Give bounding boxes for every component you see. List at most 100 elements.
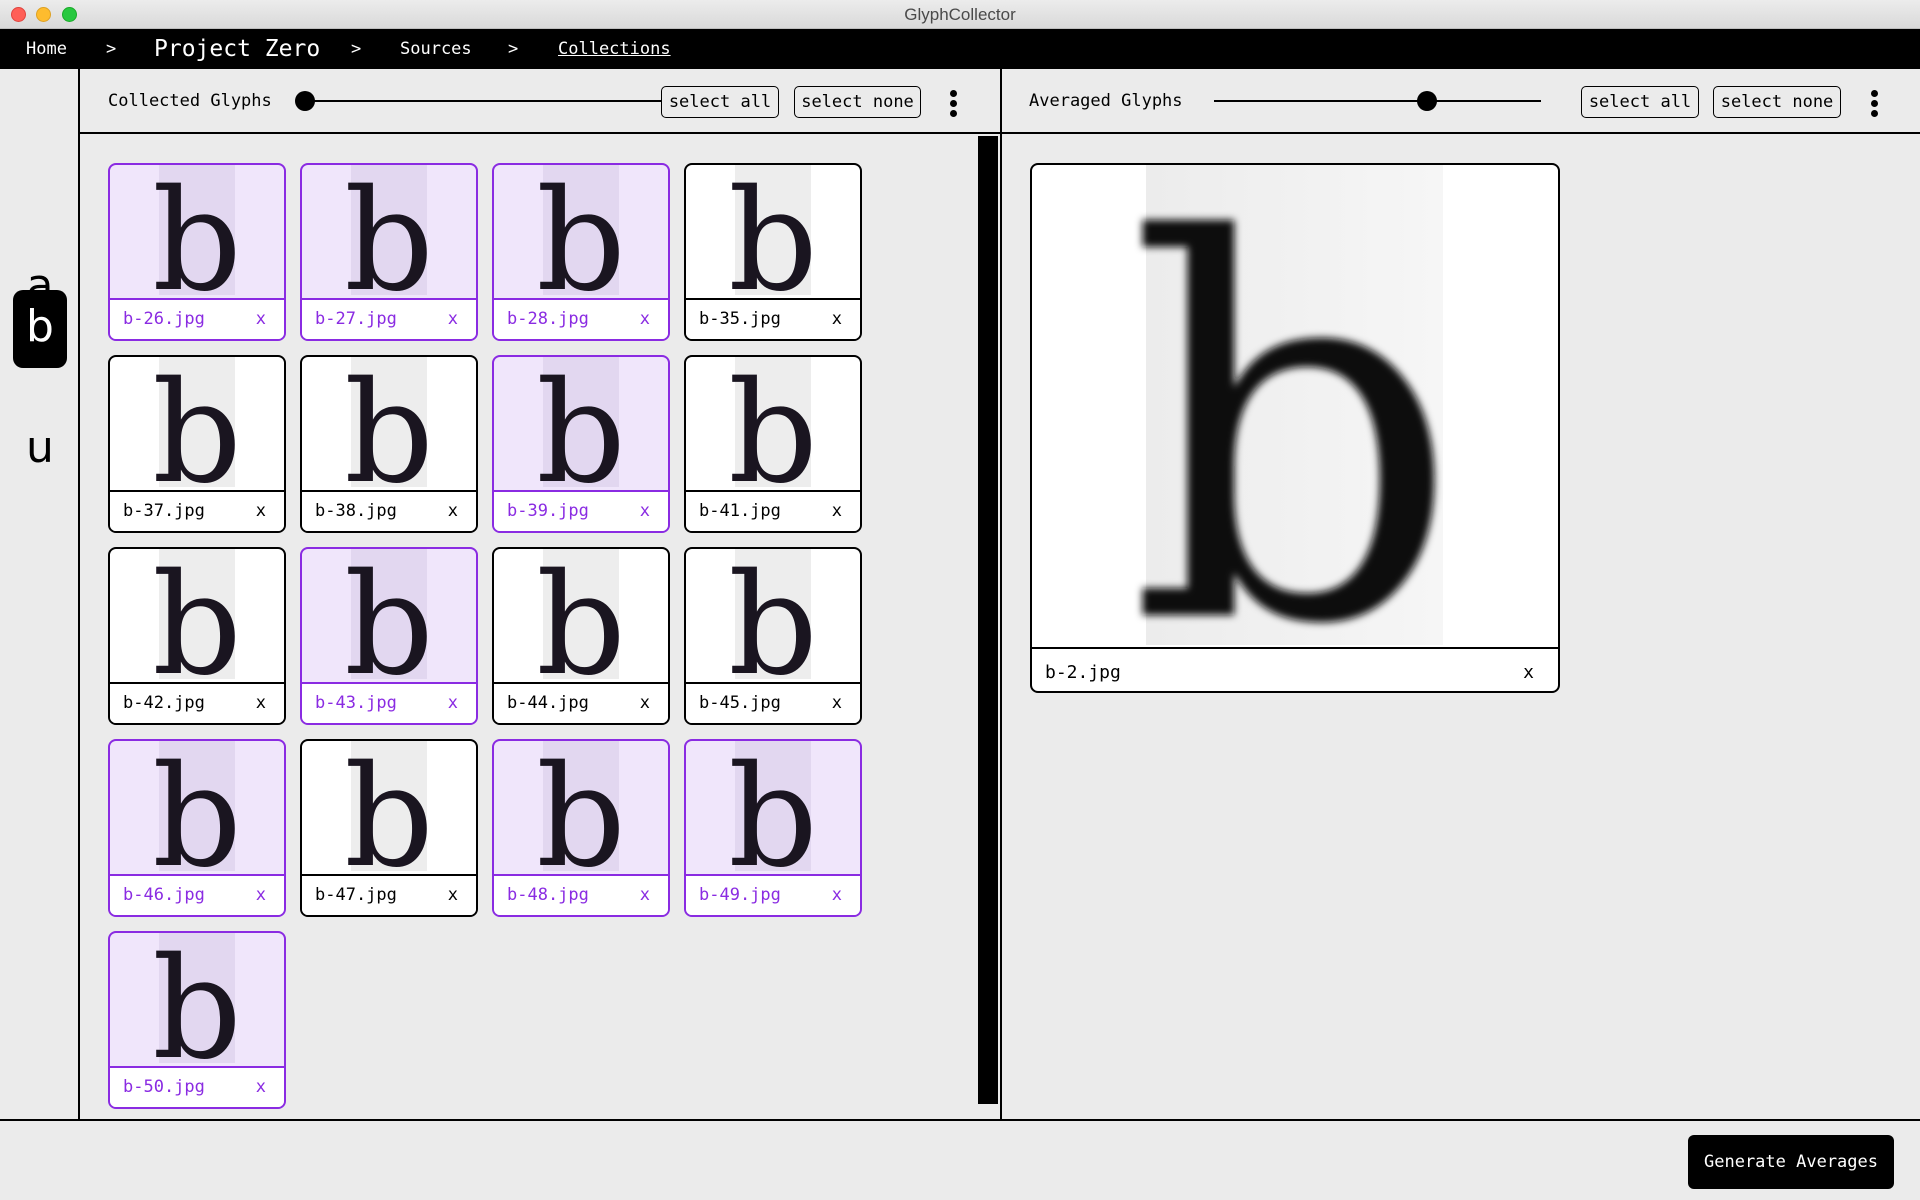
glyph-filename: b-49.jpg <box>699 885 781 905</box>
breadcrumb-sources[interactable]: Sources <box>400 29 472 69</box>
glyph-card[interactable]: b b-42.jpg x <box>108 547 286 725</box>
glyph-thumbnail: b <box>494 357 667 487</box>
glyph-card[interactable]: b b-39.jpg x <box>492 355 670 533</box>
letter-tab-u[interactable]: u <box>13 411 67 489</box>
glyph-thumbnail: b <box>110 165 283 295</box>
glyph-remove-button[interactable]: x <box>448 885 458 905</box>
glyph-card[interactable]: b b-28.jpg x <box>492 163 670 341</box>
glyph-label-row: b-37.jpg x <box>110 490 284 531</box>
glyph-filename: b-26.jpg <box>123 309 205 329</box>
glyph-remove-button[interactable]: x <box>832 309 842 329</box>
glyph-filename: b-48.jpg <box>507 885 589 905</box>
footer-divider <box>0 1119 1920 1121</box>
glyph-card[interactable]: b b-35.jpg x <box>684 163 862 341</box>
glyph-label-row: b-42.jpg x <box>110 682 284 723</box>
breadcrumb-project[interactable]: Project Zero <box>154 29 320 69</box>
glyph-thumbnail: b <box>686 357 859 487</box>
glyph-card[interactable]: b b-44.jpg x <box>492 547 670 725</box>
panel-divider <box>1000 69 1002 1120</box>
glyph-card[interactable]: b b-37.jpg x <box>108 355 286 533</box>
glyph-card[interactable]: b b-41.jpg x <box>684 355 862 533</box>
generate-averages-button[interactable]: Generate Averages <box>1688 1135 1894 1189</box>
breadcrumb: Home > Project Zero > Sources > Collecti… <box>0 29 1920 69</box>
letter-sidebar: a b u <box>0 69 80 1120</box>
glyph-thumbnail: b <box>686 165 859 295</box>
collected-select-none-button[interactable]: select none <box>794 86 921 118</box>
averaged-glyph-card[interactable]: b b-2.jpg x <box>1030 163 1560 693</box>
glyph-label-row: b-48.jpg x <box>494 874 668 915</box>
svg-text:b: b <box>152 741 242 871</box>
glyph-card[interactable]: b b-47.jpg x <box>300 739 478 917</box>
glyph-label-row: b-49.jpg x <box>686 874 860 915</box>
glyph-remove-button[interactable]: x <box>256 309 266 329</box>
averaged-size-slider-thumb[interactable] <box>1416 91 1437 111</box>
collected-size-slider-thumb[interactable] <box>295 91 315 111</box>
averaged-header: Averaged Glyphs select all select none <box>1002 69 1920 134</box>
collected-header: Collected Glyphs select all select none <box>80 69 1000 134</box>
averaged-remove-button[interactable]: x <box>1523 662 1534 683</box>
glyph-card[interactable]: b b-50.jpg x <box>108 931 286 1109</box>
glyph-remove-button[interactable]: x <box>640 885 650 905</box>
glyph-card[interactable]: b b-43.jpg x <box>300 547 478 725</box>
glyph-thumbnail: b <box>302 741 475 871</box>
glyph-remove-button[interactable]: x <box>640 309 650 329</box>
averaged-select-none-button[interactable]: select none <box>1713 86 1841 118</box>
glyph-thumbnail: b <box>302 165 475 295</box>
breadcrumb-separator: > <box>508 39 519 59</box>
glyph-filename: b-47.jpg <box>315 885 397 905</box>
averaged-select-all-button[interactable]: select all <box>1581 86 1699 118</box>
glyph-remove-button[interactable]: x <box>832 885 842 905</box>
glyph-remove-button[interactable]: x <box>256 501 266 521</box>
glyph-remove-button[interactable]: x <box>832 693 842 713</box>
glyph-thumbnail: b <box>110 741 283 871</box>
glyph-card[interactable]: b b-46.jpg x <box>108 739 286 917</box>
glyph-filename: b-28.jpg <box>507 309 589 329</box>
averaged-label-row: b-2.jpg x <box>1032 647 1558 691</box>
glyph-filename: b-43.jpg <box>315 693 397 713</box>
breadcrumb-home[interactable]: Home <box>26 29 67 69</box>
svg-text:b: b <box>728 357 818 487</box>
glyph-filename: b-37.jpg <box>123 501 205 521</box>
svg-text:b: b <box>728 549 818 679</box>
glyph-label-row: b-47.jpg x <box>302 874 476 915</box>
glyph-remove-button[interactable]: x <box>448 693 458 713</box>
glyph-card[interactable]: b b-38.jpg x <box>300 355 478 533</box>
glyph-thumbnail: b <box>494 549 667 679</box>
averaged-filename: b-2.jpg <box>1045 662 1121 683</box>
averaged-more-icon[interactable] <box>1871 90 1879 120</box>
glyph-remove-button[interactable]: x <box>256 885 266 905</box>
glyph-remove-button[interactable]: x <box>832 501 842 521</box>
svg-text:b: b <box>344 165 434 295</box>
glyph-thumbnail: b <box>494 165 667 295</box>
collected-size-slider-track[interactable] <box>305 100 701 102</box>
collected-scrollbar[interactable] <box>978 136 998 1104</box>
glyph-remove-button[interactable]: x <box>640 501 650 521</box>
glyph-card[interactable]: b b-48.jpg x <box>492 739 670 917</box>
collected-title: Collected Glyphs <box>108 91 272 111</box>
letter-tab-b[interactable]: b <box>13 290 67 368</box>
glyph-remove-button[interactable]: x <box>256 693 266 713</box>
glyph-remove-button[interactable]: x <box>448 501 458 521</box>
svg-text:b: b <box>536 165 626 295</box>
glyph-label-row: b-28.jpg x <box>494 298 668 339</box>
collected-more-icon[interactable] <box>950 90 958 120</box>
glyph-remove-button[interactable]: x <box>640 693 650 713</box>
breadcrumb-separator: > <box>351 39 362 59</box>
glyph-label-row: b-38.jpg x <box>302 490 476 531</box>
collected-select-all-button[interactable]: select all <box>661 86 779 118</box>
glyph-card[interactable]: b b-45.jpg x <box>684 547 862 725</box>
glyph-card[interactable]: b b-27.jpg x <box>300 163 478 341</box>
svg-text:b: b <box>344 741 434 871</box>
svg-text:b: b <box>1128 165 1461 645</box>
averaged-size-slider-track[interactable] <box>1214 100 1541 102</box>
glyph-remove-button[interactable]: x <box>448 309 458 329</box>
glyph-thumbnail: b <box>494 741 667 871</box>
glyph-label-row: b-45.jpg x <box>686 682 860 723</box>
window-title: GlyphCollector <box>904 5 1016 24</box>
breadcrumb-collections[interactable]: Collections <box>558 29 671 69</box>
glyph-remove-button[interactable]: x <box>256 1077 266 1097</box>
glyph-thumbnail: b <box>686 741 859 871</box>
glyph-card[interactable]: b b-49.jpg x <box>684 739 862 917</box>
glyph-card[interactable]: b b-26.jpg x <box>108 163 286 341</box>
glyph-filename: b-35.jpg <box>699 309 781 329</box>
